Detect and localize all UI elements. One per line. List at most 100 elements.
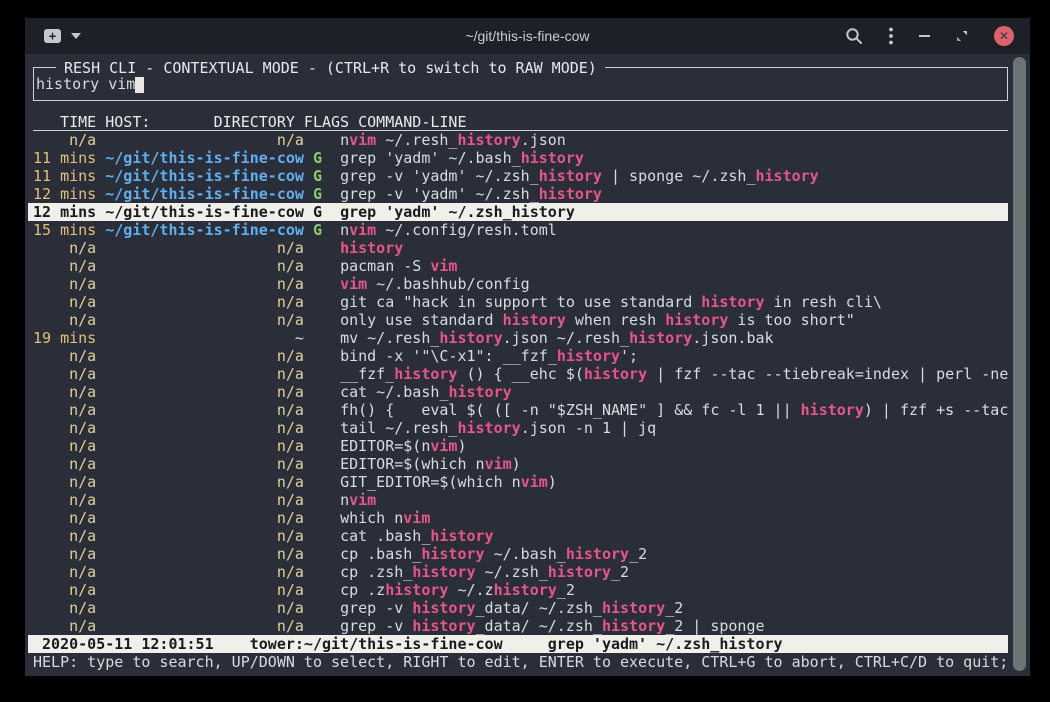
history-row: 11 mins ~/git/this-is-fine-cow G grep 'y… [33, 149, 1008, 167]
row-time: n/a [33, 383, 105, 401]
command-text: () { __ehc $( [457, 365, 583, 383]
row-time: n/a [33, 275, 105, 293]
menu-button[interactable] [889, 27, 893, 45]
row-time: n/a [33, 617, 105, 635]
history-row: 19 mins ~ mv ~/.resh_history.json ~/.res… [33, 329, 1008, 347]
command-text: .json [521, 131, 566, 149]
row-directory: n/a [105, 401, 313, 419]
row-flags [313, 365, 340, 383]
command-text: grep 'yadm' ~/.bash_ [340, 149, 521, 167]
command-text: _data/ ~/.zsh_ [476, 599, 602, 617]
history-row: n/a n/a __fzf_history () { __ehc $(histo… [33, 365, 1008, 383]
command-text: _2 [557, 581, 575, 599]
row-directory: ~/git/this-is-fine-cow [105, 185, 313, 203]
history-row: 12 mins ~/git/this-is-fine-cow G grep 'y… [28, 203, 1008, 221]
row-flags [313, 311, 340, 329]
history-row: 11 mins ~/git/this-is-fine-cow G grep -v… [33, 167, 1008, 185]
command-text: mv ~/.resh_ [340, 329, 439, 347]
search-button[interactable] [845, 27, 863, 45]
command-text: | fzf --tac --tiebreak=index | perl -ne [647, 365, 1008, 383]
command-text: n [340, 491, 349, 509]
row-directory: ~/git/this-is-fine-cow [105, 203, 313, 221]
row-time: n/a [33, 473, 105, 491]
new-tab-button[interactable]: + [44, 29, 61, 43]
match-highlight: vim [349, 221, 376, 239]
row-directory: n/a [105, 131, 313, 149]
command-text: GIT_EDITOR=$(which n [340, 473, 521, 491]
minimize-button[interactable] [919, 35, 930, 37]
search-box: RESH CLI - CONTEXTUAL MODE - (CTRL+R to … [33, 67, 1008, 101]
search-box-title: RESH CLI - CONTEXTUAL MODE - (CTRL+R to … [56, 59, 605, 77]
close-button[interactable]: ✕ [994, 26, 1014, 46]
match-highlight: history [539, 185, 602, 203]
command-text: ) [512, 455, 521, 473]
match-highlight: history [448, 383, 511, 401]
match-highlight: history [412, 563, 475, 581]
session-menu-button[interactable] [71, 33, 81, 39]
match-highlight: history [494, 581, 557, 599]
match-highlight: history [412, 599, 475, 617]
command-text: n [340, 131, 349, 149]
history-row: n/a n/a bind -x '"\C-x1": __fzf_history'… [33, 347, 1008, 365]
row-time: 11 mins [33, 149, 105, 167]
search-icon [845, 27, 863, 45]
command-text: '; [620, 347, 638, 365]
row-time: n/a [33, 545, 105, 563]
plus-icon: + [49, 30, 56, 42]
row-time: n/a [33, 311, 105, 329]
row-directory: ~/git/this-is-fine-cow [105, 221, 313, 239]
row-flags [313, 527, 340, 545]
history-row: 12 mins ~/git/this-is-fine-cow G grep -v… [33, 185, 1008, 203]
row-directory: n/a [105, 581, 313, 599]
command-text: pacman -S [340, 257, 430, 275]
command-text: ) | fzf +s --tac [864, 401, 1009, 419]
row-flags: G [313, 185, 340, 203]
command-text: ~/.resh_ [376, 131, 457, 149]
scrollbar-thumb[interactable] [1013, 57, 1026, 671]
command-text: cp .bash_ [340, 545, 421, 563]
row-time: n/a [33, 581, 105, 599]
history-row: n/a n/a fh() { eval $( ([ -n "$ZSH_NAME"… [33, 401, 1008, 419]
command-text: grep -v 'yadm' ~/.zsh_ [340, 167, 539, 185]
history-row: n/a n/a vim ~/.bashhub/config [33, 275, 1008, 293]
command-text: cp .z [340, 581, 385, 599]
command-text: grep -v 'yadm' ~/.zsh_ [340, 185, 539, 203]
match-highlight: vim [430, 437, 457, 455]
match-highlight: history [385, 581, 448, 599]
match-highlight: history [521, 149, 584, 167]
row-time: n/a [33, 455, 105, 473]
history-row: 15 mins ~/git/this-is-fine-cow G nvim ~/… [33, 221, 1008, 239]
command-text: ~/.z [448, 581, 493, 599]
history-row: n/a n/a git ca "hack in support to use s… [33, 293, 1008, 311]
history-row: n/a n/a GIT_EDITOR=$(which nvim) [33, 473, 1008, 491]
terminal[interactable]: RESH CLI - CONTEXTUAL MODE - (CTRL+R to … [25, 54, 1030, 676]
row-directory: n/a [105, 347, 313, 365]
history-row: n/a n/a pacman -S vim [33, 257, 1008, 275]
row-directory: n/a [105, 491, 313, 509]
match-highlight: history [457, 419, 520, 437]
match-highlight: history [756, 167, 819, 185]
row-flags [313, 545, 340, 563]
new-tab-icon: + [44, 29, 61, 43]
command-text: bind -x '"\C-x1": __fzf_ [340, 347, 557, 365]
restore-button[interactable] [956, 30, 968, 42]
command-text: fh() { eval $( ([ -n "$ZSH_NAME" ] && fc… [340, 401, 801, 419]
command-text: .json.bak [692, 329, 773, 347]
row-time: n/a [33, 347, 105, 365]
row-directory: n/a [105, 383, 313, 401]
match-highlight: history [602, 599, 665, 617]
command-text: which n [340, 509, 403, 527]
match-highlight: history [340, 239, 403, 257]
command-text: git ca "hack in support to use standard [340, 293, 701, 311]
row-time: n/a [33, 509, 105, 527]
command-text: when resh [566, 311, 665, 329]
row-time: n/a [33, 401, 105, 419]
row-flags [313, 257, 340, 275]
history-row: n/a n/a history [33, 239, 1008, 257]
history-row: n/a n/a cp .zsh_history ~/.zsh_history_2 [33, 563, 1008, 581]
row-directory: ~/git/this-is-fine-cow [105, 149, 313, 167]
row-time: 19 mins [33, 329, 105, 347]
row-directory: n/a [105, 617, 313, 635]
table-header: TIME HOST: DIRECTORY FLAGS COMMAND-LINE [33, 113, 1008, 131]
history-row: n/a n/a EDITOR=$(nvim) [33, 437, 1008, 455]
